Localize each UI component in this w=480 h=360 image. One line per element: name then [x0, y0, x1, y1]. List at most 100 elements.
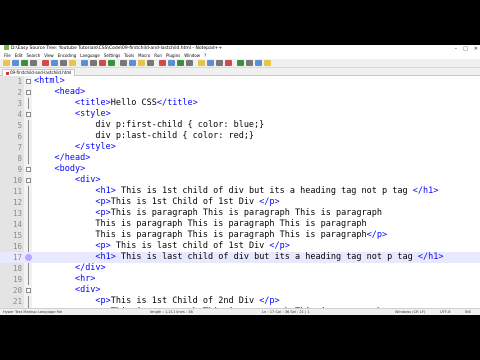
toolbar-button[interactable]	[90, 60, 97, 66]
code-line[interactable]: 19 <hr>	[0, 274, 480, 285]
toolbar-button[interactable]	[108, 60, 115, 66]
toolbar-button[interactable]	[216, 60, 223, 66]
toolbar-button[interactable]	[264, 60, 271, 66]
line-number: 13	[12, 209, 22, 218]
code-text: <p>This is 1st Child of 2nd Div </p>	[95, 296, 280, 306]
unsaved-file-icon	[6, 71, 9, 75]
code-text: <h1> This is 1st child of div but its a …	[95, 186, 439, 196]
fold-guide	[28, 241, 29, 252]
toolbar-button[interactable]	[12, 60, 19, 66]
toolbar-button[interactable]	[168, 60, 175, 66]
menu-item[interactable]: Tools	[124, 53, 134, 58]
toolbar-button[interactable]	[255, 60, 262, 66]
line-number: 10	[12, 176, 22, 185]
bookmark-icon[interactable]	[25, 254, 32, 261]
toolbar-button[interactable]	[30, 60, 37, 66]
menu-item[interactable]: File	[4, 53, 11, 58]
toolbar-button[interactable]	[120, 60, 127, 66]
toolbar-button[interactable]	[198, 60, 205, 66]
toolbar-button[interactable]	[246, 60, 253, 66]
code-line[interactable]: 11 <h1> This is 1st child of div but its…	[0, 186, 480, 197]
toolbar-button[interactable]	[237, 60, 244, 66]
code-line[interactable]: 6 div p:last-child { color: red;}	[0, 131, 480, 142]
tab-bar: 09-firstchild-and-lastchild.html	[0, 68, 480, 76]
menu-item[interactable]: Search	[26, 53, 40, 58]
toolbar-button[interactable]	[42, 60, 49, 66]
toolbar	[0, 59, 480, 68]
toolbar-button[interactable]	[99, 60, 106, 66]
toolbar-button[interactable]	[207, 60, 214, 66]
code-line[interactable]: 16 <p> This is last child of 1st Div </p…	[0, 241, 480, 252]
fold-toggle-icon[interactable]	[26, 167, 31, 172]
code-line[interactable]: 18 </div>	[0, 263, 480, 274]
code-line[interactable]: 5 div p:first-child { color: blue;}	[0, 120, 480, 131]
toolbar-button[interactable]	[51, 60, 58, 66]
menu-item[interactable]: Run	[154, 53, 162, 58]
menu-item[interactable]: ?	[204, 53, 206, 58]
fold-guide	[28, 296, 29, 307]
toolbar-button[interactable]	[60, 60, 67, 66]
menu-item[interactable]: Edit	[15, 53, 23, 58]
fold-toggle-icon[interactable]	[26, 288, 31, 293]
menu-item[interactable]: Settings	[104, 53, 120, 58]
menu-item[interactable]: Macro	[138, 53, 150, 58]
code-editor[interactable]: 1 <html> 2 <head> 3 <title>Hello CSS</title…	[0, 76, 480, 308]
code-line[interactable]: 10 <div>	[0, 175, 480, 186]
minimize-button[interactable]: –	[455, 45, 458, 53]
menu-item[interactable]: View	[44, 53, 54, 58]
code-line[interactable]: 8 </head>	[0, 153, 480, 164]
code-line[interactable]: 9 <body>	[0, 164, 480, 175]
line-number: 9	[17, 165, 22, 174]
menu-item[interactable]: Language	[80, 53, 100, 58]
fold-guide	[28, 263, 29, 274]
fold-toggle-icon[interactable]	[26, 112, 31, 117]
menu-item[interactable]: Window	[184, 53, 200, 58]
code-text: div p:first-child { color: blue;}	[34, 120, 265, 130]
toolbar-button[interactable]	[81, 60, 88, 66]
code-text: </div>	[74, 263, 106, 273]
fold-toggle-icon[interactable]	[26, 178, 31, 183]
code-text: This is paragraph This is paragraph This…	[34, 219, 367, 229]
toolbar-button[interactable]	[21, 60, 28, 66]
line-number: 1	[17, 77, 22, 86]
fold-guide	[28, 120, 29, 131]
code-text: This is paragraph This is paragraph This…	[34, 230, 388, 240]
code-line[interactable]: 15 This is paragraph This is paragraph T…	[0, 230, 480, 241]
toolbar-button[interactable]	[159, 60, 166, 66]
menu-item[interactable]: Plugins	[166, 53, 180, 58]
tab-active-file[interactable]: 09-firstchild-and-lastchild.html	[2, 69, 76, 76]
code-text: <html>	[34, 76, 65, 86]
toolbar-button[interactable]	[138, 60, 145, 66]
code-line[interactable]: 20 <div>	[0, 285, 480, 296]
code-line[interactable]: 1 <html>	[0, 76, 480, 87]
code-line[interactable]: 17 <h1> This is last child of div but it…	[0, 252, 480, 263]
toolbar-button[interactable]	[129, 60, 136, 66]
toolbar-button[interactable]	[147, 60, 154, 66]
code-line[interactable]: 14 This is paragraph This is paragraph T…	[0, 219, 480, 230]
fold-toggle-icon[interactable]	[26, 79, 31, 84]
editor-window: D:\Easy Source Tree: Youtube Tutorials\C…	[0, 45, 480, 315]
toolbar-button[interactable]	[3, 60, 10, 66]
top-letterbox	[0, 0, 480, 45]
maximize-button[interactable]: □	[463, 45, 468, 53]
line-number: 12	[12, 198, 22, 207]
close-button[interactable]: ✕	[474, 45, 478, 53]
code-line[interactable]: 7 </style>	[0, 142, 480, 153]
code-line[interactable]: 12 <p>This is 1st Child of 1st Div </p>	[0, 197, 480, 208]
line-number: 21	[12, 297, 22, 306]
code-line[interactable]: 2 <head>	[0, 87, 480, 98]
code-line[interactable]: 4 <style>	[0, 109, 480, 120]
code-text: <title>Hello CSS</title>	[74, 98, 198, 108]
code-line[interactable]: 21 <p>This is 1st Child of 2nd Div </p>	[0, 296, 480, 307]
toolbar-button[interactable]	[225, 60, 232, 66]
code-line[interactable]: 3 <title>Hello CSS</title>	[0, 98, 480, 109]
line-number: 3	[17, 99, 22, 108]
toolbar-button[interactable]	[186, 60, 193, 66]
toolbar-button[interactable]	[69, 60, 76, 66]
toolbar-button[interactable]	[177, 60, 184, 66]
fold-toggle-icon[interactable]	[26, 90, 31, 95]
code-text: <div>	[74, 285, 101, 295]
menu-item[interactable]: Encoding	[58, 53, 76, 58]
code-line[interactable]: 13 <p>This is paragraph This is paragrap…	[0, 208, 480, 219]
code-text: </head>	[54, 153, 91, 163]
